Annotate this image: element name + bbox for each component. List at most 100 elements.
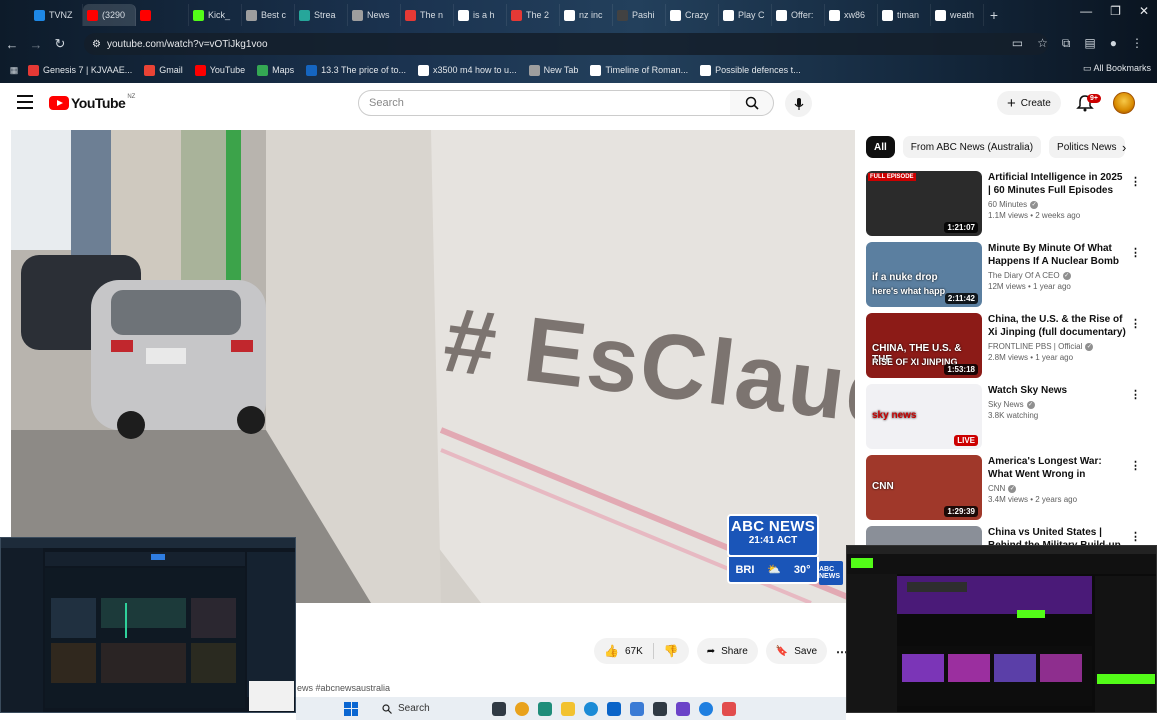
browser-tab[interactable]: Best c <box>242 4 295 26</box>
youtube-logo[interactable]: YouTube NZ <box>49 94 135 111</box>
store-icon[interactable] <box>629 701 644 716</box>
video-title[interactable]: Artificial Intelligence in 2025 | 60 Min… <box>988 171 1128 197</box>
media-icon[interactable] <box>652 701 667 716</box>
new-tab-icon[interactable]: + <box>984 7 1004 23</box>
close-window-icon[interactable]: ✕ <box>1139 4 1149 18</box>
extensions-icon[interactable]: ⧉ <box>1062 36 1071 51</box>
video-options-icon[interactable]: ⋮ <box>1130 317 1141 330</box>
app-badge-icon[interactable] <box>675 701 690 716</box>
task-view-icon[interactable] <box>491 701 506 716</box>
profile-icon[interactable]: ● <box>1110 36 1117 51</box>
bookmark-item[interactable]: Timeline of Roman... <box>590 64 688 76</box>
video-thumbnail[interactable]: CNN 1:29:39 <box>866 455 982 520</box>
bookmark-item[interactable]: Maps <box>257 64 294 76</box>
filter-chip[interactable]: Politics News <box>1049 136 1125 158</box>
browser-tab[interactable]: The 2 <box>507 4 560 26</box>
overlay-window-left[interactable] <box>0 537 296 713</box>
channel-name[interactable]: 60 Minutes <box>988 200 1027 209</box>
video-options-icon[interactable]: ⋮ <box>1130 459 1141 472</box>
maximize-icon[interactable]: ❐ <box>1110 4 1121 18</box>
video-title[interactable]: Watch Sky News <box>988 384 1128 397</box>
reload-icon[interactable]: ↻ <box>48 36 72 52</box>
browser-tab[interactable]: (3290 <box>83 4 136 26</box>
search-button[interactable] <box>730 90 774 116</box>
browser-tab[interactable]: weath <box>931 4 984 26</box>
video-options-icon[interactable]: ⋮ <box>1130 246 1141 259</box>
browser-tab[interactable]: Kick_ <box>189 4 242 26</box>
video-title[interactable]: China, the U.S. & the Rise of Xi Jinping… <box>988 313 1128 339</box>
edge-icon[interactable] <box>583 701 598 716</box>
create-button[interactable]: + Create <box>997 91 1061 115</box>
site-info-icon[interactable]: ⚙ <box>92 39 101 50</box>
bookmark-item[interactable]: New Tab <box>528 64 578 76</box>
video-options-icon[interactable]: ⋮ <box>1130 530 1141 543</box>
browser-tab[interactable]: TVNZ <box>30 4 83 26</box>
bookmark-star-icon[interactable]: ☆ <box>1037 36 1048 51</box>
back-icon[interactable]: ← <box>0 37 24 52</box>
video-thumbnail[interactable]: FULL EPISODE 1:21:07 <box>866 171 982 236</box>
channel-name[interactable]: FRONTLINE PBS | Official <box>988 342 1082 351</box>
recommended-video[interactable]: CHINA, THE U.S. & THE RISE OF XI JINPING 1… <box>866 313 1151 384</box>
channel-name[interactable]: The Diary Of A CEO <box>988 271 1060 280</box>
recommended-video[interactable]: CNN 1:29:39 America's Longest War: What We… <box>866 455 1151 526</box>
browser-tab[interactable]: Play C <box>719 4 772 26</box>
bookmark-item[interactable]: Gmail <box>144 64 183 76</box>
bookmark-item[interactable]: Genesis 7 | KJVAAE... <box>28 64 132 76</box>
hamburger-menu-icon[interactable] <box>17 95 33 109</box>
video-thumbnail[interactable]: if a nuke drop here's what happ 2:11:42 <box>866 242 982 307</box>
overlay-window-right[interactable] <box>846 545 1157 713</box>
minimize-icon[interactable]: — <box>1080 4 1092 18</box>
filter-chip[interactable]: From ABC News (Australia) <box>902 136 1042 158</box>
video-options-icon[interactable]: ⋮ <box>1130 388 1141 401</box>
file-explorer-icon[interactable] <box>560 701 575 716</box>
bookmark-item[interactable]: x3500 m4 how to u... <box>418 64 517 76</box>
channel-name[interactable]: Sky News <box>988 400 1024 409</box>
browser-tab[interactable]: News <box>348 4 401 26</box>
recommended-video[interactable]: if a nuke drop here's what happ 2:11:42 Min… <box>866 242 1151 313</box>
video-options-icon[interactable]: ⋮ <box>1130 175 1141 188</box>
forward-icon[interactable]: → <box>24 37 48 52</box>
browser-tab[interactable]: timan <box>878 4 931 26</box>
app-icon[interactable] <box>537 701 552 716</box>
windows-start-icon[interactable] <box>344 701 358 716</box>
recommended-video[interactable]: FULL EPISODE 1:21:07 Artificial Intelligen… <box>866 171 1151 242</box>
account-avatar[interactable] <box>1113 92 1135 114</box>
sidebar-icon[interactable]: ▤ <box>1084 36 1095 51</box>
recommended-video[interactable]: sky news LIVE Watch Sky News Sky News ✓ 3.8K … <box>866 384 1151 455</box>
browser-tab[interactable]: Crazy <box>666 4 719 26</box>
cast-icon[interactable]: ▭ <box>1012 36 1023 51</box>
bookmark-item[interactable]: YouTube <box>194 64 245 76</box>
apps-icon[interactable]: ▦ <box>0 65 28 76</box>
address-bar[interactable]: ⚙ youtube.com/watch?v=vOTiJkg1voo <box>84 33 1048 55</box>
outlook-icon[interactable] <box>606 701 621 716</box>
browser-tab[interactable]: Strea <box>295 4 348 26</box>
menu-icon[interactable]: ⋮ <box>1131 36 1143 51</box>
browser-tab[interactable] <box>136 4 189 26</box>
red-app-icon[interactable] <box>721 701 736 716</box>
save-button[interactable]: 🔖 Save <box>765 638 828 664</box>
share-button[interactable]: ➦ Share <box>696 638 758 664</box>
video-thumbnail[interactable]: CHINA, THE U.S. & THE RISE OF XI JINPING 1… <box>866 313 982 378</box>
bookmark-item[interactable]: Possible defences t... <box>700 64 801 76</box>
browser-tab[interactable]: Pashi <box>613 4 666 26</box>
search-input[interactable]: Search <box>358 90 731 116</box>
dislike-button[interactable]: 👎 <box>654 638 689 664</box>
bookmark-item[interactable]: 13.3 The price of to... <box>306 64 406 76</box>
chrome-icon[interactable] <box>514 701 529 716</box>
browser-tab[interactable]: The n <box>401 4 454 26</box>
browser-tab[interactable]: Offer: <box>772 4 825 26</box>
video-title[interactable]: America's Longest War: What Went Wrong i… <box>988 455 1128 481</box>
browser-tab[interactable]: nz inc <box>560 4 613 26</box>
browser-tab[interactable]: xw86 <box>825 4 878 26</box>
video-thumbnail[interactable]: sky news LIVE <box>866 384 982 449</box>
taskbar-search[interactable]: Search <box>382 703 430 714</box>
voice-search-button[interactable] <box>785 90 812 117</box>
channel-name[interactable]: CNN <box>988 484 1005 493</box>
filter-chip[interactable]: All <box>866 136 895 158</box>
video-player[interactable]: # EsClaudia ABC NEWS 21:41 ACT BRI ⛅ 30°… <box>11 130 855 603</box>
video-title[interactable]: Minute By Minute Of What Happens If A Nu… <box>988 242 1128 268</box>
messenger-icon[interactable] <box>698 701 713 716</box>
browser-tab[interactable]: is a h <box>454 4 507 26</box>
all-bookmarks[interactable]: ▭ All Bookmarks <box>1083 63 1151 74</box>
chevron-right-icon[interactable]: › <box>1122 140 1126 155</box>
